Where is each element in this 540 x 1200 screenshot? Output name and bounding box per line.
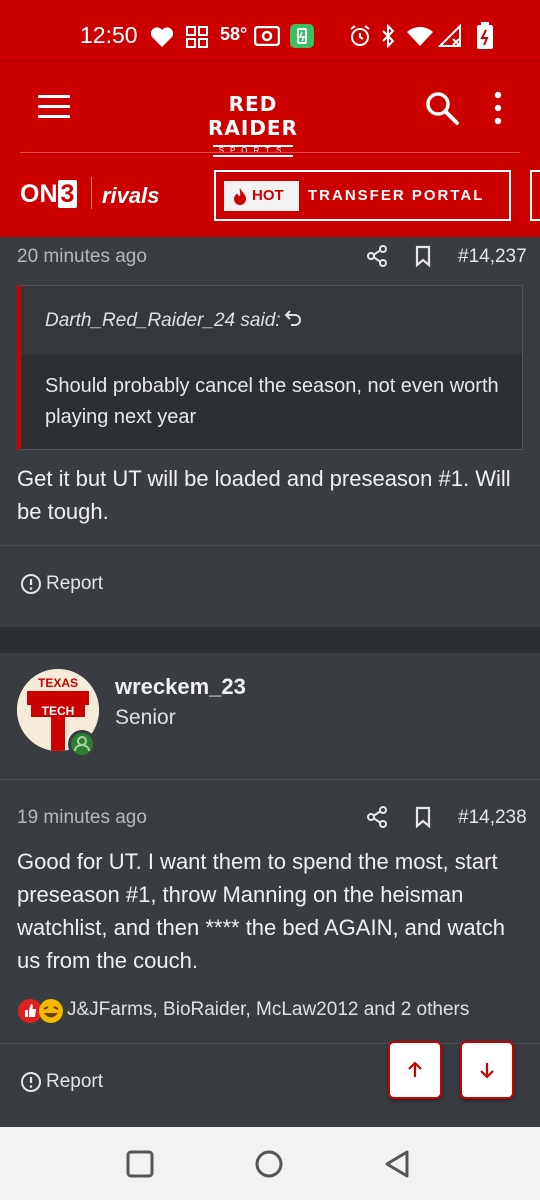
quote-header: Darth_Red_Raider_24 said: <box>21 286 522 354</box>
reaction-icons <box>18 999 63 1023</box>
return-icon[interactable] <box>283 308 303 328</box>
site-logo[interactable]: RED RAIDER SPORTS <box>180 92 326 158</box>
laugh-icon <box>39 999 63 1023</box>
status-temperature: 58° <box>220 24 248 44</box>
hot-label: HOT <box>252 187 284 204</box>
username[interactable]: wreckem_23 <box>115 674 246 700</box>
avatar-line2: TECH <box>42 704 75 718</box>
divider <box>0 779 540 780</box>
quote-author[interactable]: Darth_Red_Raider_24 said: <box>45 310 281 332</box>
report-icon <box>21 1072 41 1092</box>
post-body: Get it but UT will be loaded and preseas… <box>17 466 511 524</box>
divider <box>0 1043 540 1044</box>
scroll-down-button[interactable] <box>460 1041 514 1099</box>
post-time[interactable]: 19 minutes ago <box>17 807 147 829</box>
alarm-icon <box>350 25 370 46</box>
battery-charging-icon <box>477 22 493 49</box>
flame-icon <box>234 188 246 205</box>
on3-prefix: ON <box>20 180 58 208</box>
post-meta: 19 minutes ago #14,238 <box>0 798 540 838</box>
site-header: RED RAIDER SPORTS ON 3 rivals HOT TRANSFE… <box>0 60 540 237</box>
grid-icon <box>186 26 208 48</box>
signal-icon <box>438 24 461 47</box>
quote-block: Darth_Red_Raider_24 said: Should probabl… <box>17 285 523 450</box>
arrow-up-icon <box>408 1061 422 1077</box>
report-label: Report <box>46 1071 104 1092</box>
share-icon[interactable] <box>366 244 388 268</box>
post-body: Good for UT. I want them to spend the mo… <box>17 849 505 973</box>
hot-badge: HOT <box>224 181 299 211</box>
next-promo-button[interactable] <box>530 170 540 221</box>
rivals-logo[interactable]: rivals <box>102 183 160 209</box>
report-button[interactable]: Report <box>20 573 103 603</box>
kebab-icon[interactable] <box>488 90 508 126</box>
wifi-icon <box>407 26 433 46</box>
post-meta: 20 minutes ago #14,237 <box>0 237 540 277</box>
report-icon <box>21 574 41 594</box>
nfc-icon <box>254 26 280 46</box>
back-nav-icon[interactable] <box>381 1147 415 1181</box>
online-status-icon <box>68 730 96 758</box>
logo-line1: RED RAIDER <box>208 92 298 140</box>
search-icon[interactable] <box>424 90 460 126</box>
post-separator <box>0 627 540 653</box>
bookmark-icon[interactable] <box>414 244 432 268</box>
share-icon[interactable] <box>366 805 388 829</box>
report-button[interactable]: Report <box>20 1071 103 1101</box>
avatar-line1: TEXAS <box>38 676 78 690</box>
on3-logo[interactable]: ON 3 <box>20 180 78 209</box>
circle-nav-icon[interactable] <box>252 1147 286 1181</box>
status-bar: 12:50 58° <box>0 0 540 60</box>
divider <box>0 545 540 546</box>
menu-icon[interactable] <box>38 95 70 119</box>
system-nav-bar <box>0 1127 540 1200</box>
post-number[interactable]: #14,237 <box>458 246 527 268</box>
header-divider <box>20 152 520 153</box>
bluetooth-icon <box>382 24 395 48</box>
transfer-portal-button[interactable]: HOT TRANSFER PORTAL <box>214 170 511 221</box>
quote-text: Should probably cancel the season, not e… <box>45 375 499 428</box>
logo-separator <box>91 177 92 209</box>
square-nav-icon[interactable] <box>123 1147 157 1181</box>
reaction-names[interactable]: J&JFarms, BioRaider, McLaw2012 and 2 oth… <box>67 999 469 1021</box>
user-title: Senior <box>115 706 176 729</box>
bookmark-icon[interactable] <box>414 805 432 829</box>
scroll-up-button[interactable] <box>388 1041 442 1099</box>
logo-line2: SPORTS <box>212 145 294 157</box>
status-time: 12:50 <box>80 22 138 48</box>
on3-digit: 3 <box>57 180 78 208</box>
arrow-down-icon <box>480 1063 494 1079</box>
battery-icon <box>290 24 314 48</box>
heart-icon <box>150 27 174 47</box>
post-number[interactable]: #14,238 <box>458 807 527 829</box>
transfer-portal-label: TRANSFER PORTAL <box>308 187 485 204</box>
report-label: Report <box>46 573 104 594</box>
post-time[interactable]: 20 minutes ago <box>17 246 147 268</box>
